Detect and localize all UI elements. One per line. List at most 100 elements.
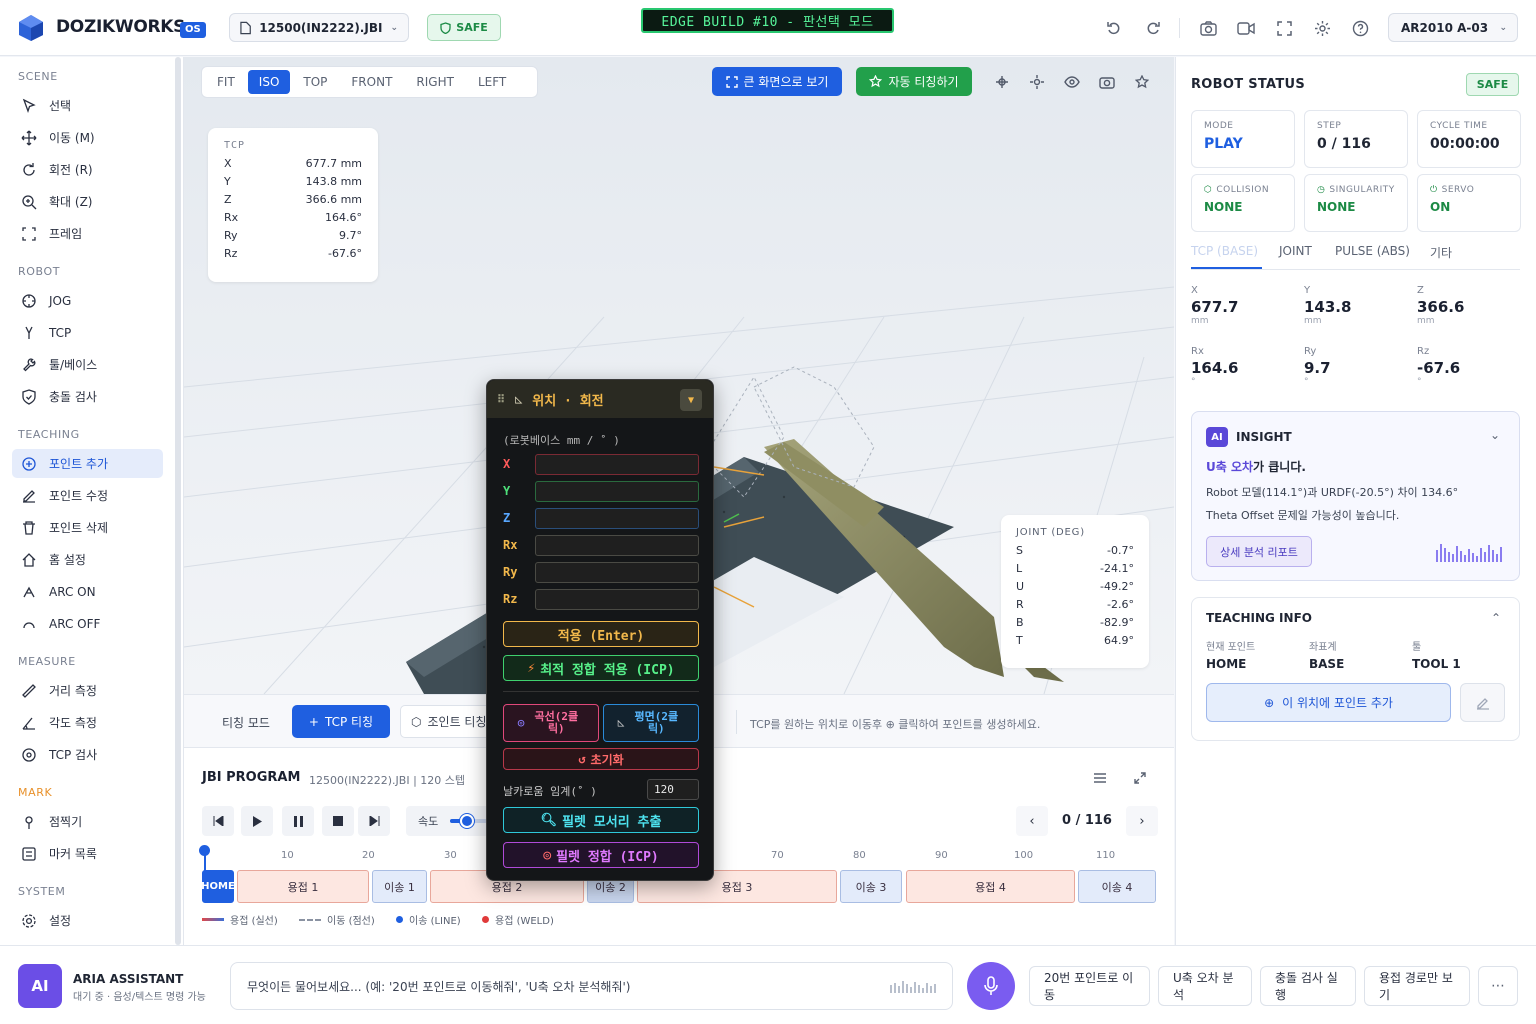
- mic-button[interactable]: [967, 962, 1015, 1010]
- segment-move[interactable]: 이송 3: [840, 870, 902, 903]
- segment-move[interactable]: 이송 4: [1078, 870, 1156, 903]
- view-iso[interactable]: ISO: [247, 70, 291, 94]
- view-left[interactable]: LEFT: [467, 70, 517, 94]
- input-ry[interactable]: [535, 562, 699, 583]
- sidebar-item-marker-list[interactable]: 마커 목록: [12, 839, 163, 868]
- gear-icon[interactable]: [1310, 16, 1334, 40]
- video-icon[interactable]: [1234, 16, 1258, 40]
- plane-button[interactable]: ◺ 평면(2클릭): [603, 704, 699, 742]
- robot-select[interactable]: AR2010 A-03 ⌄: [1388, 13, 1518, 42]
- reset-button[interactable]: ↺ 초기화: [503, 748, 699, 770]
- joint-key: U: [1016, 580, 1025, 593]
- undo-icon[interactable]: [1102, 16, 1126, 40]
- snapshot-icon[interactable]: [1096, 71, 1118, 93]
- drag-handle-icon[interactable]: ⠿: [497, 393, 505, 406]
- play-button[interactable]: [241, 806, 273, 836]
- sidebar-scrollbar[interactable]: [175, 57, 181, 945]
- popup-header[interactable]: ⠿ ◺ 위치 · 회전 ▼: [487, 380, 713, 418]
- skip-end-button[interactable]: [358, 806, 390, 836]
- sidebar-item-zoom[interactable]: 확대 (Z): [12, 187, 163, 216]
- fillet-icp-button[interactable]: ◎ 필렛 정합 (ICP): [503, 842, 699, 868]
- add-point-here-button[interactable]: ⊕ 이 위치에 포인트 추가: [1206, 683, 1451, 722]
- sidebar-item-delete-point[interactable]: 포인트 삭제: [12, 513, 163, 542]
- joint-key: L: [1016, 562, 1023, 575]
- edit-point-button[interactable]: [1460, 683, 1505, 722]
- view-fit[interactable]: FIT: [206, 70, 246, 94]
- sidebar-item-home[interactable]: 홈 설정: [12, 545, 163, 574]
- sidebar-item-select[interactable]: 선택: [12, 91, 163, 120]
- sidebar-item-distance[interactable]: 거리 측정: [12, 676, 163, 705]
- fillet-extract-button[interactable]: 🔍︎ 필렛 모서리 추출: [503, 807, 699, 833]
- sidebar-item-arc-on[interactable]: ARC ON: [12, 577, 163, 606]
- speed-slider-thumb[interactable]: [460, 814, 474, 828]
- sidebar-item-move[interactable]: 이동 (M): [12, 123, 163, 152]
- sidebar-item-frame[interactable]: 프레임: [12, 219, 163, 248]
- assistant-input[interactable]: 무엇이든 물어보세요... (예: '20번 포인트로 이동해줘', 'U축 오…: [230, 962, 953, 1010]
- input-rx[interactable]: [535, 535, 699, 556]
- camera-icon[interactable]: [1196, 16, 1220, 40]
- more-icon[interactable]: ⋯: [1478, 966, 1518, 1006]
- input-z[interactable]: [535, 508, 699, 529]
- curve-button[interactable]: ◎ 곡선(2클릭): [503, 704, 599, 742]
- crosshair-icon[interactable]: [1026, 71, 1048, 93]
- popup-collapse-button[interactable]: ▼: [680, 389, 702, 411]
- help-icon[interactable]: [1348, 16, 1372, 40]
- fullscreen-button[interactable]: 큰 화면으로 보기: [712, 67, 842, 96]
- segment-home[interactable]: HOME: [201, 870, 235, 903]
- input-y[interactable]: [535, 481, 699, 502]
- segment-move[interactable]: 이송 1: [372, 870, 427, 903]
- quick-collision-check[interactable]: 충돌 검사 실행: [1260, 966, 1356, 1006]
- apply-button[interactable]: 적용 (Enter): [503, 621, 699, 647]
- skip-start-button[interactable]: [202, 806, 234, 836]
- report-button[interactable]: 상세 분석 리포트: [1206, 536, 1312, 567]
- view-right[interactable]: RIGHT: [405, 70, 465, 94]
- add-point-label: 이 위치에 포인트 추가: [1282, 696, 1393, 710]
- input-x[interactable]: [535, 454, 699, 475]
- chevron-down-icon[interactable]: ⌄: [1490, 428, 1500, 442]
- prev-step-button[interactable]: ‹: [1016, 806, 1048, 836]
- sidebar-item-arc-off[interactable]: ARC OFF: [12, 609, 163, 638]
- sidebar-item-jog[interactable]: JOG: [12, 286, 163, 315]
- sidebar-item-mark-point[interactable]: 점찍기: [12, 807, 163, 836]
- sidebar-item-settings[interactable]: 설정: [12, 906, 163, 935]
- tab-joint[interactable]: JOINT: [1279, 244, 1312, 258]
- timeline-tick: 70: [771, 850, 784, 861]
- pause-button[interactable]: [282, 806, 314, 836]
- threshold-input[interactable]: 120: [647, 779, 699, 800]
- input-rz[interactable]: [535, 589, 699, 610]
- axes-icon[interactable]: [991, 71, 1013, 93]
- sidebar-item-edit-point[interactable]: 포인트 수정: [12, 481, 163, 510]
- file-select[interactable]: 12500(IN2222).JBI ⌄: [229, 13, 409, 42]
- quick-move-point[interactable]: 20번 포인트로 이동: [1029, 966, 1150, 1006]
- tab-etc[interactable]: 기타: [1430, 244, 1452, 261]
- view-front[interactable]: FRONT: [340, 70, 403, 94]
- quick-weld-path[interactable]: 용접 경로만 보기: [1364, 966, 1470, 1006]
- sidebar-item-tcp[interactable]: TCP: [12, 318, 163, 347]
- eye-icon[interactable]: [1061, 71, 1083, 93]
- view-top[interactable]: TOP: [292, 70, 338, 94]
- next-step-button[interactable]: ›: [1126, 806, 1158, 836]
- sidebar-item-add-point[interactable]: 포인트 추가: [12, 449, 163, 478]
- timeline-cursor-head[interactable]: [199, 845, 210, 856]
- sidebar-item-angle[interactable]: 각도 측정: [12, 708, 163, 737]
- menu-icon[interactable]: [1090, 768, 1110, 788]
- redo-icon[interactable]: [1141, 16, 1165, 40]
- tcp-teach-button[interactable]: + TCP 티칭: [292, 705, 390, 738]
- tab-tcp-base[interactable]: TCP (BASE): [1191, 244, 1258, 258]
- tab-pulse[interactable]: PULSE (ABS): [1335, 244, 1410, 258]
- icp-apply-button[interactable]: ⚡ 최적 정합 적용 (ICP): [503, 655, 699, 681]
- chevron-up-icon[interactable]: ⌃: [1491, 611, 1501, 625]
- expand-icon[interactable]: [1130, 768, 1150, 788]
- segment-weld[interactable]: 용접 4: [906, 870, 1075, 903]
- quick-u-axis-analysis[interactable]: U축 오차 분석: [1158, 966, 1252, 1006]
- sidebar-item-rotate[interactable]: 회전 (R): [12, 155, 163, 184]
- favorite-icon[interactable]: [1131, 71, 1153, 93]
- segment-weld[interactable]: 용접 1: [237, 870, 369, 903]
- sidebar-item-tcp-check[interactable]: TCP 검사: [12, 740, 163, 769]
- auto-teach-button[interactable]: 자동 티칭하기: [856, 67, 972, 96]
- sidebar-item-tool-base[interactable]: 툴/베이스: [12, 350, 163, 379]
- stop-button[interactable]: [322, 806, 354, 836]
- logo-icon: [19, 15, 43, 41]
- sidebar-item-collision[interactable]: 충돌 검사: [12, 382, 163, 411]
- fullscreen-icon[interactable]: [1272, 16, 1296, 40]
